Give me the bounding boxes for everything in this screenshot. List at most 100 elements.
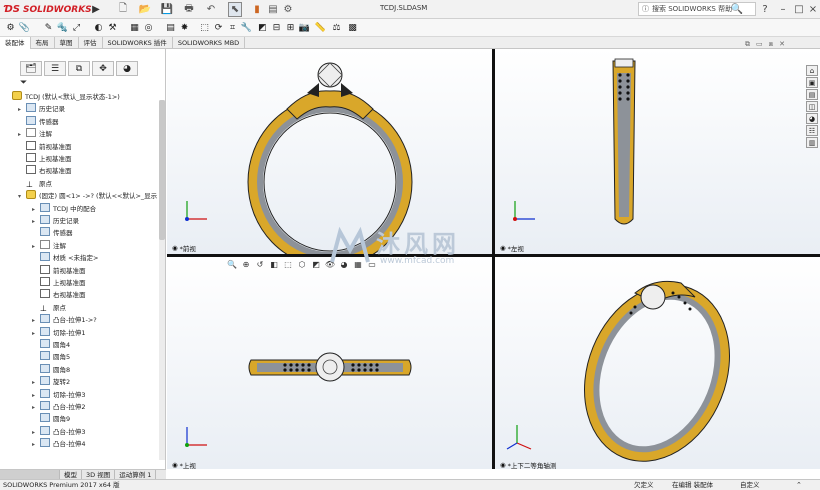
print-icon[interactable]: 🖶 [182,2,196,17]
tree-scrollbar-thumb[interactable] [159,100,165,240]
status-menu-icon[interactable]: ⌃ [796,480,802,490]
tree-item[interactable]: 传感器 [0,115,160,128]
tree-item[interactable]: ▸ 凸台-拉伸2 [0,401,160,413]
new-motion-study-icon[interactable]: ◎ [142,21,155,34]
minimize-button[interactable]: – [776,2,790,16]
expand-arrow-icon[interactable]: ▸ [32,315,40,327]
save-icon[interactable]: 💾 [160,2,174,17]
expand-arrow-icon[interactable]: ▸ [32,390,40,402]
tab-sketch[interactable]: 草图 [55,37,79,49]
configuration-manager-tab-icon[interactable]: ⧉ [68,61,90,76]
tree-item[interactable]: ▸ 注解 [0,128,160,140]
rebuild-icon[interactable]: ▮ [252,2,262,17]
tree-item[interactable]: ▸ 凸台-拉伸1->? [0,314,160,326]
tree-item[interactable]: ▸ 凸台-拉伸4 [0,438,160,450]
tab-mbd[interactable]: SOLIDWORKS MBD [173,37,246,49]
dimxpert-tab-icon[interactable]: ✥ [92,61,114,76]
exploded-view-icon[interactable]: ✸ [178,21,191,34]
tree-item[interactable]: 前视基准面 [0,264,160,277]
tree-item[interactable]: ▸ 注解 [0,239,160,253]
hole-alignment-icon[interactable]: ⊞ [284,21,297,34]
select-pointer-icon[interactable]: ⬉ [228,2,242,17]
expand-arrow-icon[interactable]: ▸ [32,241,40,253]
instant3d-icon[interactable]: ⬚ [198,21,211,34]
close-button[interactable]: × [806,2,820,16]
tree-item-label: 圆角9 [53,415,71,424]
tree-item[interactable]: 圆角8 [0,363,160,376]
expand-arrow-icon[interactable]: ▸ [32,328,40,340]
tree-item[interactable]: 前视基准面 [0,140,160,153]
take-snapshot-icon[interactable]: ⌗ [226,21,239,34]
expand-arrow-icon[interactable]: ▸ [32,216,40,228]
search-input[interactable]: 搜索 SOLIDWORKS 帮助 [652,4,732,14]
move-component-icon[interactable]: ⤢ [70,21,83,34]
restore-button[interactable]: □ [792,2,806,16]
large-assembly-icon[interactable]: 🔧 [240,21,253,34]
tree-item[interactable]: 右视基准面 [0,165,160,177]
section-properties-icon[interactable]: ▩ [346,21,359,34]
camera-icon[interactable]: 📷 [298,21,311,34]
expand-arrow-icon[interactable]: ▸ [32,204,40,216]
measure-icon[interactable]: 📏 [314,21,327,34]
tree-item[interactable]: 传感器 [0,227,160,239]
tree-item-label: 历史记录 [53,217,79,225]
expand-arrow-icon[interactable]: ▸ [32,377,40,389]
tree-item[interactable]: ▸ 历史记录 [0,103,160,115]
tab-addins[interactable]: SOLIDWORKS 插件 [103,37,173,49]
tree-item[interactable]: ⊥ 原点 [0,302,160,314]
tree-item[interactable]: ▸ 切除-拉伸1 [0,326,160,340]
feature-manager-tab-icon[interactable]: 🗂 [20,61,42,76]
tree-item-label: 传感器 [39,117,59,126]
tab-layout[interactable]: 布局 [31,37,55,49]
assembly-features-icon[interactable]: ⚒ [106,21,119,34]
filter-icon[interactable]: ⏷ [20,78,34,90]
tree-item[interactable]: ⊥ 原点 [0,178,160,190]
expand-arrow-icon[interactable]: ▸ [32,402,40,414]
mate-icon[interactable]: 📎 [18,21,31,34]
tree-item[interactable]: TCDJ (默认<默认_显示状态-1>) [0,91,160,103]
expand-arrow-icon[interactable]: ▾ [18,191,26,203]
file-properties-icon[interactable]: ▤ [266,2,280,17]
expand-arrow-icon[interactable]: ▸ [18,129,26,141]
insert-component-icon[interactable]: ⚙ [4,21,17,34]
tree-item[interactable]: ▸ TCDJ 中的配合 [0,202,160,216]
feat-feature-icon [40,363,50,373]
expand-arrow-icon[interactable]: ▸ [18,104,26,116]
tree-item[interactable]: 圆角5 [0,351,160,363]
units-custom[interactable]: 自定义 [740,480,760,490]
help-button[interactable]: ? [758,2,772,16]
property-manager-tab-icon[interactable]: ☰ [44,61,66,76]
expand-arrow-icon[interactable]: ▸ [32,439,40,451]
tree-item[interactable]: ▸ 凸台-拉伸3 [0,425,160,439]
tree-item[interactable]: 右视基准面 [0,289,160,301]
bill-of-materials-icon[interactable]: ▤ [164,21,177,34]
tree-item[interactable]: 材质 <未指定> [0,252,160,264]
tab-assembly[interactable]: 装配体 [0,37,31,49]
tree-item[interactable]: 上视基准面 [0,277,160,289]
tab-evaluate[interactable]: 评估 [79,37,103,49]
options-gear-icon[interactable]: ⚙ [281,2,295,17]
tree-item[interactable]: 上视基准面 [0,153,160,165]
mass-properties-icon[interactable]: ⚖ [330,21,343,34]
menu-expand-icon[interactable]: ▶ [92,2,100,17]
show-hidden-icon[interactable]: ◐ [92,21,105,34]
tree-item[interactable]: ▸ 旋转2 [0,376,160,388]
smart-fasteners-icon[interactable]: 🔩 [56,21,69,34]
tree-item[interactable]: ▸ 切除-拉伸3 [0,388,160,402]
tree-item[interactable]: 圆角9 [0,413,160,425]
undo-icon[interactable]: ↶ [204,2,218,17]
reference-geometry-icon[interactable]: ▦ [128,21,141,34]
clearance-icon[interactable]: ⊟ [270,21,283,34]
tree-item[interactable]: ▸ 历史记录 [0,215,160,227]
interference-icon[interactable]: ◩ [256,21,269,34]
open-document-icon[interactable]: 📂 [138,2,152,17]
expand-arrow-icon[interactable]: ▸ [32,427,40,439]
tree-item[interactable]: ▾ (固定) 圆<1> ->? (默认<<默认>_显示 [0,190,160,202]
search-icon[interactable]: 🔍 [730,2,744,16]
update-speedpak-icon[interactable]: ⟳ [212,21,225,34]
tree-item[interactable]: 圆角4 [0,339,160,351]
linear-pattern-icon[interactable]: ✎ [42,21,55,34]
new-document-icon[interactable]: 🗋 [116,2,130,17]
display-manager-tab-icon[interactable]: ◕ [116,61,138,76]
tree-item-label: 注解 [39,130,52,139]
